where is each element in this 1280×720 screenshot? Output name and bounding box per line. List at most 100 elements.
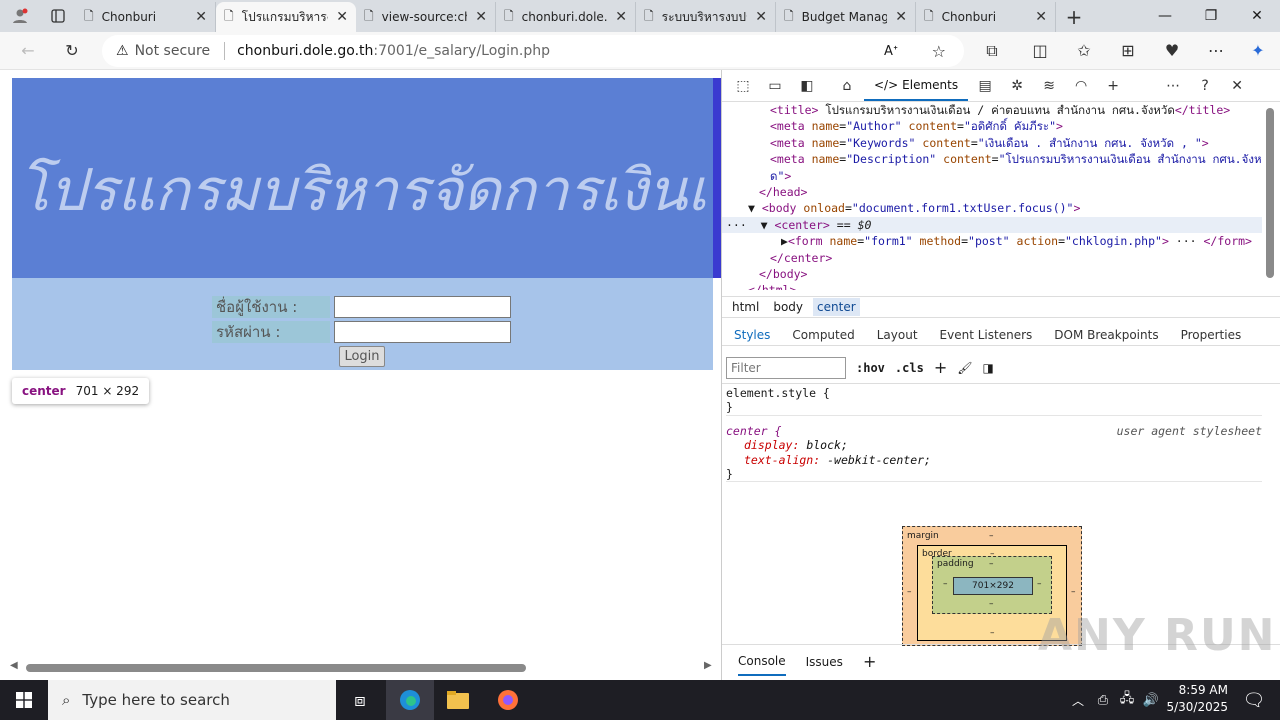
inspect-icon[interactable]: ⬚ [728, 72, 758, 100]
close-tab-icon[interactable]: ✕ [336, 9, 348, 25]
restore-button[interactable]: ❐ [1188, 0, 1234, 32]
new-tab-button[interactable]: + [1056, 2, 1092, 32]
console-tab-icon[interactable]: ▤ [970, 72, 1000, 100]
login-button[interactable]: Login [339, 346, 385, 367]
dom-node-line[interactable]: ··· ▼ <center> == $0 [722, 216, 1262, 234]
close-tab-icon[interactable]: ✕ [755, 9, 767, 25]
subtab-event-listeners[interactable]: Event Listeners [940, 328, 1033, 342]
drawer-tab-issues[interactable]: Issues [806, 655, 843, 669]
close-tab-icon[interactable]: ✕ [1035, 9, 1047, 25]
system-clock[interactable]: 8:59 AM 5/30/2025 [1166, 682, 1228, 716]
scroll-right-icon[interactable]: ▶ [704, 660, 712, 671]
dock-icon[interactable]: ◧ [792, 72, 822, 100]
horizontal-scrollbar[interactable]: ◀ ▶ [0, 658, 721, 678]
sources-bug-icon[interactable]: ✲ [1002, 72, 1032, 100]
tab-6[interactable]: 🗋 Chonburi ✕ [916, 2, 1056, 32]
breadcrumb-body[interactable]: body [769, 298, 807, 316]
taskbar-search[interactable]: ⌕ Type here to search [48, 680, 336, 720]
new-rule-icon[interactable]: + [934, 358, 947, 377]
close-tab-icon[interactable]: ✕ [195, 9, 207, 25]
more-tools-icon[interactable]: + [1098, 72, 1128, 100]
extensions-icon[interactable]: ⧉ [974, 35, 1010, 67]
dom-node-line[interactable]: ด"> [722, 168, 1262, 184]
dom-node-line[interactable]: </center> [722, 250, 1262, 266]
back-icon[interactable]: ← [10, 35, 46, 67]
minimize-button[interactable]: — [1142, 0, 1188, 32]
show-hidden-icons[interactable]: ︿ [1064, 680, 1092, 720]
refresh-icon[interactable]: ↻ [54, 35, 90, 67]
dom-node-line[interactable]: <meta name="Description" content="โปรแกร… [722, 151, 1262, 167]
prop-value[interactable]: block; [806, 438, 848, 452]
task-view-icon[interactable]: ⧈ [336, 680, 384, 720]
subtab-properties[interactable]: Properties [1181, 328, 1242, 342]
volume-icon[interactable]: 🔊 [1138, 680, 1164, 720]
breadcrumb-center[interactable]: center [813, 298, 860, 316]
dom-node-line[interactable]: </body> [722, 266, 1262, 282]
subtab-computed[interactable]: Computed [792, 328, 854, 342]
favorite-star-icon[interactable]: ☆ [932, 42, 946, 61]
tab-0[interactable]: 🗋 Chonburi ✕ [76, 2, 216, 32]
address-bar[interactable]: ⚠ Not secure chonburi.dole.go.th:7001/e_… [102, 35, 964, 67]
subtab-dom-breakpoints[interactable]: DOM Breakpoints [1054, 328, 1158, 342]
edge-icon[interactable] [386, 680, 434, 720]
favorites-icon[interactable]: ✩ [1066, 35, 1102, 67]
scroll-left-icon[interactable]: ◀ [10, 660, 18, 671]
device-toolbar-icon[interactable]: ▭ [760, 72, 790, 100]
box-content[interactable]: 701×292 [953, 577, 1033, 595]
dom-node-line[interactable]: <title> โปรแกรมบริหารงานเงินเดือน / ค่าต… [722, 102, 1262, 118]
copilot-icon[interactable]: ✦ [1240, 35, 1276, 67]
prop-name[interactable]: text-align [744, 453, 813, 467]
file-explorer-icon[interactable] [434, 680, 482, 720]
performance-icon[interactable]: ◠ [1066, 72, 1096, 100]
close-tab-icon[interactable]: ✕ [475, 9, 487, 25]
more-options-icon[interactable]: ⋯ [1158, 72, 1188, 100]
hov-toggle[interactable]: :hov [856, 361, 885, 375]
dom-node-line[interactable]: ▶<form name="form1" method="post" action… [722, 233, 1262, 249]
menu-icon[interactable]: ⋯ [1198, 35, 1234, 67]
styles-filter-input[interactable]: Filter [726, 356, 846, 379]
firefox-icon[interactable] [484, 680, 532, 720]
password-input[interactable] [334, 321, 511, 343]
notifications-icon[interactable]: 🗨 [1230, 680, 1278, 720]
prop-value[interactable]: -webkit-center; [827, 453, 931, 467]
dom-scrollbar[interactable] [1266, 108, 1274, 278]
scrollbar-thumb[interactable] [26, 664, 526, 672]
dom-node-line[interactable]: <meta name="Author" content="อดิศักดิ์ ค… [722, 118, 1262, 134]
dom-node-line[interactable]: <meta name="Keywords" content="เงินเดือน… [722, 135, 1262, 151]
close-tab-icon[interactable]: ✕ [615, 9, 627, 25]
username-input[interactable] [334, 296, 511, 318]
tab-4[interactable]: 🗋 ระบบบริหารงบประ ✕ [636, 2, 776, 32]
computed-styles-icon[interactable]: 🖌 [957, 361, 972, 375]
drawer-tab-console[interactable]: Console [738, 648, 786, 676]
tab-3[interactable]: 🗋 chonburi.dole.g ✕ [496, 2, 636, 32]
subtab-styles[interactable]: Styles [734, 328, 770, 342]
network-wifi-icon[interactable]: ≋ [1034, 72, 1064, 100]
network-icon[interactable]: 🖧 [1114, 680, 1140, 720]
tab-1[interactable]: 🗋 โปรแกรมบริหารงาน ✕ [216, 2, 356, 32]
cls-toggle[interactable]: .cls [895, 361, 924, 375]
meet-now-icon[interactable]: ⎙ [1090, 680, 1116, 720]
tab-5[interactable]: 🗋 Budget Manag ✕ [776, 2, 916, 32]
prop-name[interactable]: display [744, 438, 792, 452]
close-tab-icon[interactable]: ✕ [895, 9, 907, 25]
dom-node-line[interactable]: </html> [722, 282, 1262, 290]
tab-elements[interactable]: </> Elements [864, 71, 969, 101]
subtab-layout[interactable]: Layout [877, 328, 918, 342]
profile-icon[interactable] [0, 0, 40, 32]
dom-node-line[interactable]: ▼ <body onload="document.form1.txtUser.f… [722, 200, 1262, 216]
split-screen-icon[interactable]: ◫ [1022, 35, 1058, 67]
add-drawer-tab-icon[interactable]: + [863, 652, 876, 671]
close-window-button[interactable]: ✕ [1234, 0, 1280, 32]
read-aloud-icon[interactable]: Aᐩ [884, 44, 898, 59]
sidebar-toggle-icon[interactable]: ◨ [982, 361, 993, 375]
breadcrumb-html[interactable]: html [728, 298, 763, 316]
help-icon[interactable]: ? [1190, 72, 1220, 100]
tab-2[interactable]: 🗋 view-source:ch ✕ [356, 2, 496, 32]
welcome-home-icon[interactable]: ⌂ [832, 72, 862, 100]
browser-essentials-icon[interactable]: ♥ [1154, 35, 1190, 67]
dom-node-line[interactable]: </head> [722, 184, 1262, 200]
close-devtools-icon[interactable]: ✕ [1222, 72, 1252, 100]
collections-icon[interactable]: ⊞ [1110, 35, 1146, 67]
tab-actions-icon[interactable] [40, 0, 76, 32]
start-windows-icon[interactable] [0, 680, 48, 720]
